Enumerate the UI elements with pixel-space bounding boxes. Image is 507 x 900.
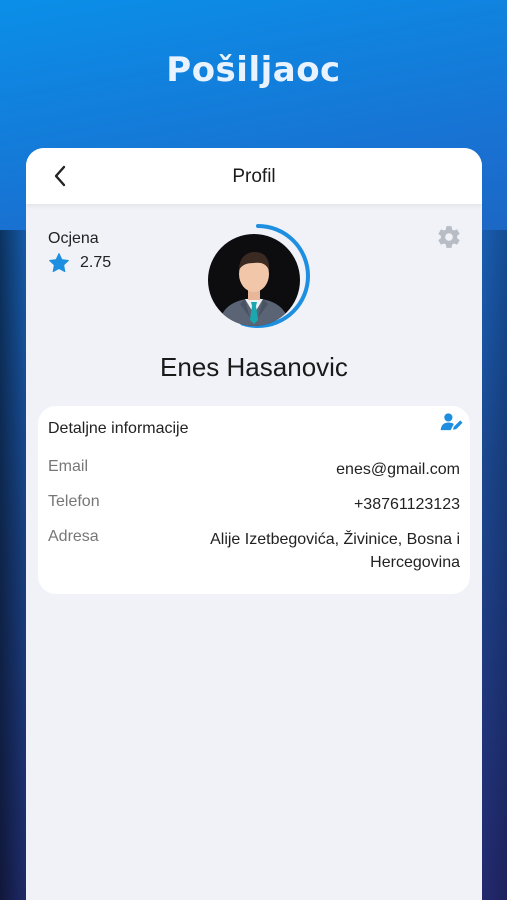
gear-icon[interactable]	[436, 224, 462, 250]
email-value: enes@gmail.com	[336, 461, 460, 478]
rating-label: Ocjena	[48, 230, 99, 247]
details-card: Detaljne informacije Email enes@gmail.co…	[38, 406, 470, 594]
email-label: Email	[48, 458, 89, 475]
star-icon	[49, 253, 69, 273]
address-value: Alije Izetbegovića, Živinice, Bosna i He…	[210, 531, 460, 571]
info-row-address: Adresa Alije Izetbegovića, Živinice, Bos…	[48, 528, 460, 574]
rating-row: 2.75	[48, 252, 111, 274]
details-title: Detaljne informacije	[48, 420, 189, 437]
edit-user-icon[interactable]	[440, 412, 464, 432]
page-title: Profil	[232, 166, 276, 187]
app-bar: Profil	[26, 148, 482, 204]
info-row-phone: Telefon +38761123123	[48, 493, 460, 516]
info-row-email: Email enes@gmail.com	[48, 458, 460, 481]
phone-label: Telefon	[48, 493, 100, 510]
user-name: Enes Hasanovic	[160, 352, 348, 382]
rating-value: 2.75	[80, 254, 112, 271]
phone-value: +38761123123	[353, 496, 460, 513]
address-label: Adresa	[48, 528, 99, 545]
phone-screen: Profil Ocjena 2.75 Enes Hasanovic Detalj…	[26, 148, 482, 900]
avatar	[204, 222, 312, 330]
hero-title: Pošiljaoc	[166, 50, 341, 90]
